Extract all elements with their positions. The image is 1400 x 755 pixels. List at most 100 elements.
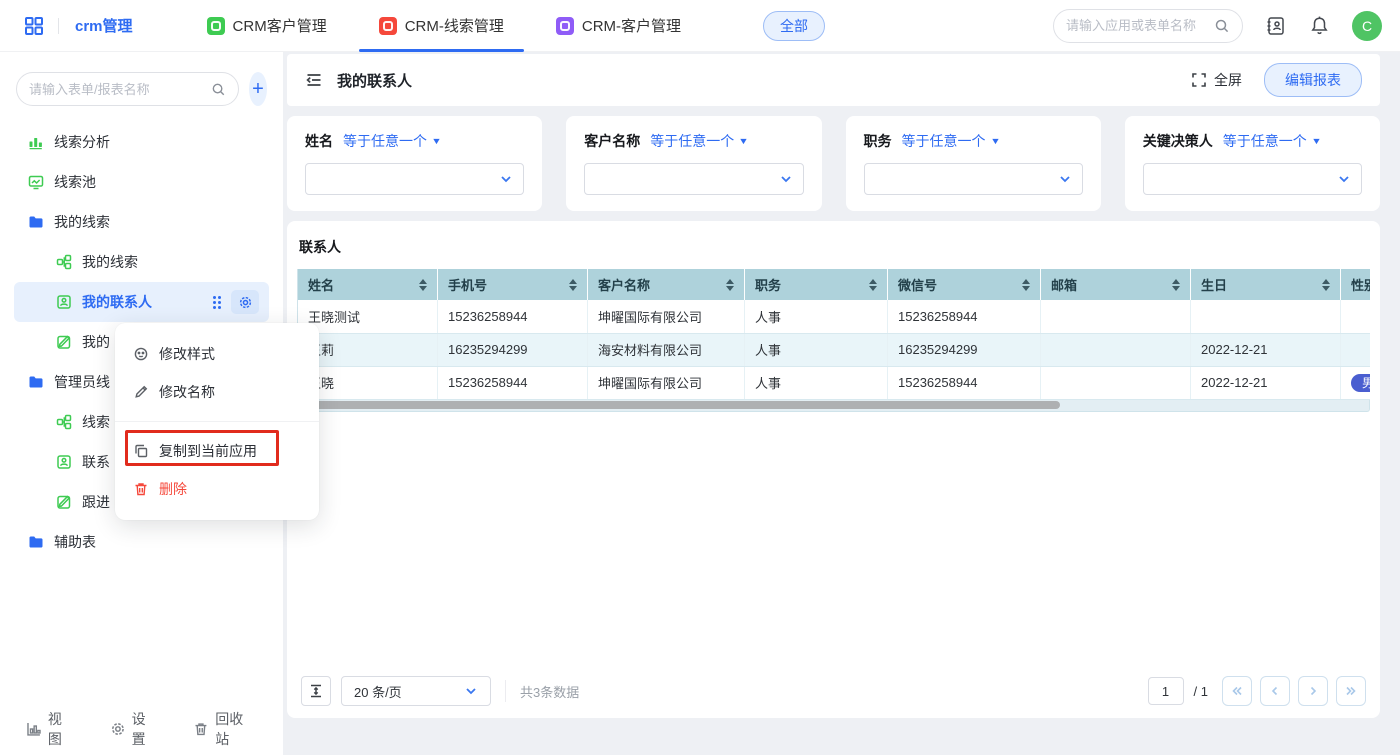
tab-crm-client[interactable]: CRM-客户管理 xyxy=(530,0,707,52)
filter-condition[interactable]: 等于任意一个 ▼ xyxy=(343,131,441,151)
sort-icon[interactable] xyxy=(726,279,734,291)
contacts-table-card: 联系人 姓名 手机号 客户名称 职务 微信号 邮箱 生日 性别 xyxy=(287,221,1380,718)
menu-item-edit-style[interactable]: 修改样式 xyxy=(115,335,319,373)
menu-item-delete[interactable]: 删除 xyxy=(115,470,319,508)
sort-icon[interactable] xyxy=(1172,279,1180,291)
sidebar-item-label: 线索 xyxy=(82,412,110,432)
note-icon xyxy=(56,334,72,350)
col-header-phone[interactable]: 手机号 xyxy=(438,269,588,300)
cell-email xyxy=(1041,333,1191,366)
fullscreen-button[interactable]: 全屏 xyxy=(1191,70,1242,90)
col-header-birthday[interactable]: 生日 xyxy=(1191,269,1341,300)
cell-gender: 男 xyxy=(1341,366,1371,399)
tab-label: CRM客户管理 xyxy=(233,15,327,36)
trash-icon xyxy=(133,481,149,497)
sidebar-item-lead-analysis[interactable]: 线索分析 xyxy=(0,122,283,162)
workspace-name[interactable]: crm管理 xyxy=(75,15,133,36)
purple-app-icon xyxy=(556,17,574,35)
drag-handle-icon[interactable] xyxy=(213,296,221,309)
cell-position: 人事 xyxy=(745,300,888,333)
sidebar-item-lead-pool[interactable]: 线索池 xyxy=(0,162,283,202)
tab-crm-customer[interactable]: CRM客户管理 xyxy=(181,0,353,52)
page-number-input[interactable] xyxy=(1148,677,1184,705)
sort-icon[interactable] xyxy=(419,279,427,291)
sidebar-search[interactable] xyxy=(16,72,239,106)
col-header-position[interactable]: 职务 xyxy=(745,269,888,300)
all-apps-pill[interactable]: 全部 xyxy=(763,11,825,41)
first-page-button[interactable] xyxy=(1222,676,1252,706)
settings-button[interactable]: 设置 xyxy=(110,709,160,749)
recycle-bin-button[interactable]: 回收站 xyxy=(193,709,257,749)
table-row[interactable]: 王晓 15236258944 坤曜国际有限公司 人事 15236258944 2… xyxy=(298,366,1371,399)
filter-select[interactable] xyxy=(864,163,1083,195)
menu-fold-icon[interactable] xyxy=(305,71,323,89)
col-header-gender[interactable]: 性别 xyxy=(1341,269,1371,300)
sort-icon[interactable] xyxy=(1322,279,1330,291)
apps-grid-icon[interactable] xyxy=(24,16,44,36)
cell-phone: 16235294299 xyxy=(438,333,588,366)
sidebar-folder-aux-tables[interactable]: 辅助表 xyxy=(0,522,283,562)
add-form-button[interactable]: + xyxy=(249,72,267,106)
filter-card-position: 职务 等于任意一个 ▼ xyxy=(846,116,1101,211)
settings-label: 设置 xyxy=(132,709,160,749)
cell-customer: 坤曜国际有限公司 xyxy=(588,300,745,333)
views-button[interactable]: 视图 xyxy=(26,709,76,749)
cell-wechat: 15236258944 xyxy=(888,300,1041,333)
menu-divider xyxy=(115,421,319,422)
prev-page-button[interactable] xyxy=(1260,676,1290,706)
sort-icon[interactable] xyxy=(869,279,877,291)
filter-condition-label: 等于任意一个 xyxy=(343,131,427,151)
bell-icon[interactable] xyxy=(1309,15,1330,36)
fullscreen-label: 全屏 xyxy=(1214,70,1242,90)
copy-icon xyxy=(133,443,149,459)
menu-item-copy-to-app[interactable]: 复制到当前应用 xyxy=(115,432,319,470)
board-icon xyxy=(28,174,44,190)
table-row[interactable]: 王莉 16235294299 海安材料有限公司 人事 16235294299 2… xyxy=(298,333,1371,366)
avatar[interactable]: C xyxy=(1352,11,1382,41)
edit-report-button[interactable]: 编辑报表 xyxy=(1264,63,1362,97)
filter-select[interactable] xyxy=(1143,163,1362,195)
address-book-icon[interactable] xyxy=(1265,15,1287,37)
sidebar-item-label: 跟进 xyxy=(82,492,110,512)
cell-customer: 海安材料有限公司 xyxy=(588,333,745,366)
horizontal-scrollbar[interactable] xyxy=(297,400,1370,412)
chevron-down-icon xyxy=(499,172,513,186)
sidebar-item-label: 我的 xyxy=(82,332,110,352)
col-header-wechat[interactable]: 微信号 xyxy=(888,269,1041,300)
sort-icon[interactable] xyxy=(569,279,577,291)
page-size-value: 20 条/页 xyxy=(354,682,402,701)
sidebar-item-my-leads[interactable]: 我的线索 xyxy=(0,242,283,282)
col-header-email[interactable]: 邮箱 xyxy=(1041,269,1191,300)
table-row[interactable]: 王晓测试 15236258944 坤曜国际有限公司 人事 15236258944 xyxy=(298,300,1371,333)
tab-crm-leads[interactable]: CRM-线索管理 xyxy=(353,0,530,52)
global-search-input[interactable] xyxy=(1066,18,1206,33)
col-header-customer[interactable]: 客户名称 xyxy=(588,269,745,300)
filter-select[interactable] xyxy=(584,163,803,195)
chevron-down-icon xyxy=(464,684,478,698)
filter-card-customer: 客户名称 等于任意一个 ▼ xyxy=(566,116,821,211)
contact-icon xyxy=(56,294,72,310)
filter-condition[interactable]: 等于任意一个 ▼ xyxy=(1223,131,1321,151)
table-title: 联系人 xyxy=(299,237,1370,257)
row-height-button[interactable] xyxy=(301,676,331,706)
sidebar-search-input[interactable] xyxy=(29,82,205,97)
global-search[interactable] xyxy=(1053,9,1243,43)
page-size-select[interactable]: 20 条/页 xyxy=(341,676,491,706)
filter-select[interactable] xyxy=(305,163,524,195)
menu-item-rename[interactable]: 修改名称 xyxy=(115,373,319,411)
cell-wechat: 16235294299 xyxy=(888,333,1041,366)
scrollbar-thumb[interactable] xyxy=(300,401,1060,409)
sidebar-item-my-contacts[interactable]: 我的联系人 xyxy=(14,282,269,322)
col-header-name[interactable]: 姓名 xyxy=(298,269,438,300)
sort-icon[interactable] xyxy=(1022,279,1030,291)
cell-email xyxy=(1041,366,1191,399)
sidebar-folder-my-leads[interactable]: 我的线索 xyxy=(0,202,283,242)
next-page-button[interactable] xyxy=(1298,676,1328,706)
caret-down-icon: ▼ xyxy=(431,136,442,146)
filter-condition[interactable]: 等于任意一个 ▼ xyxy=(650,131,748,151)
contacts-table: 姓名 手机号 客户名称 职务 微信号 邮箱 生日 性别 王晓测试 1523625… xyxy=(297,269,1370,400)
search-icon xyxy=(1214,18,1230,34)
gear-icon[interactable] xyxy=(231,290,259,314)
filter-condition[interactable]: 等于任意一个 ▼ xyxy=(902,131,1000,151)
last-page-button[interactable] xyxy=(1336,676,1366,706)
